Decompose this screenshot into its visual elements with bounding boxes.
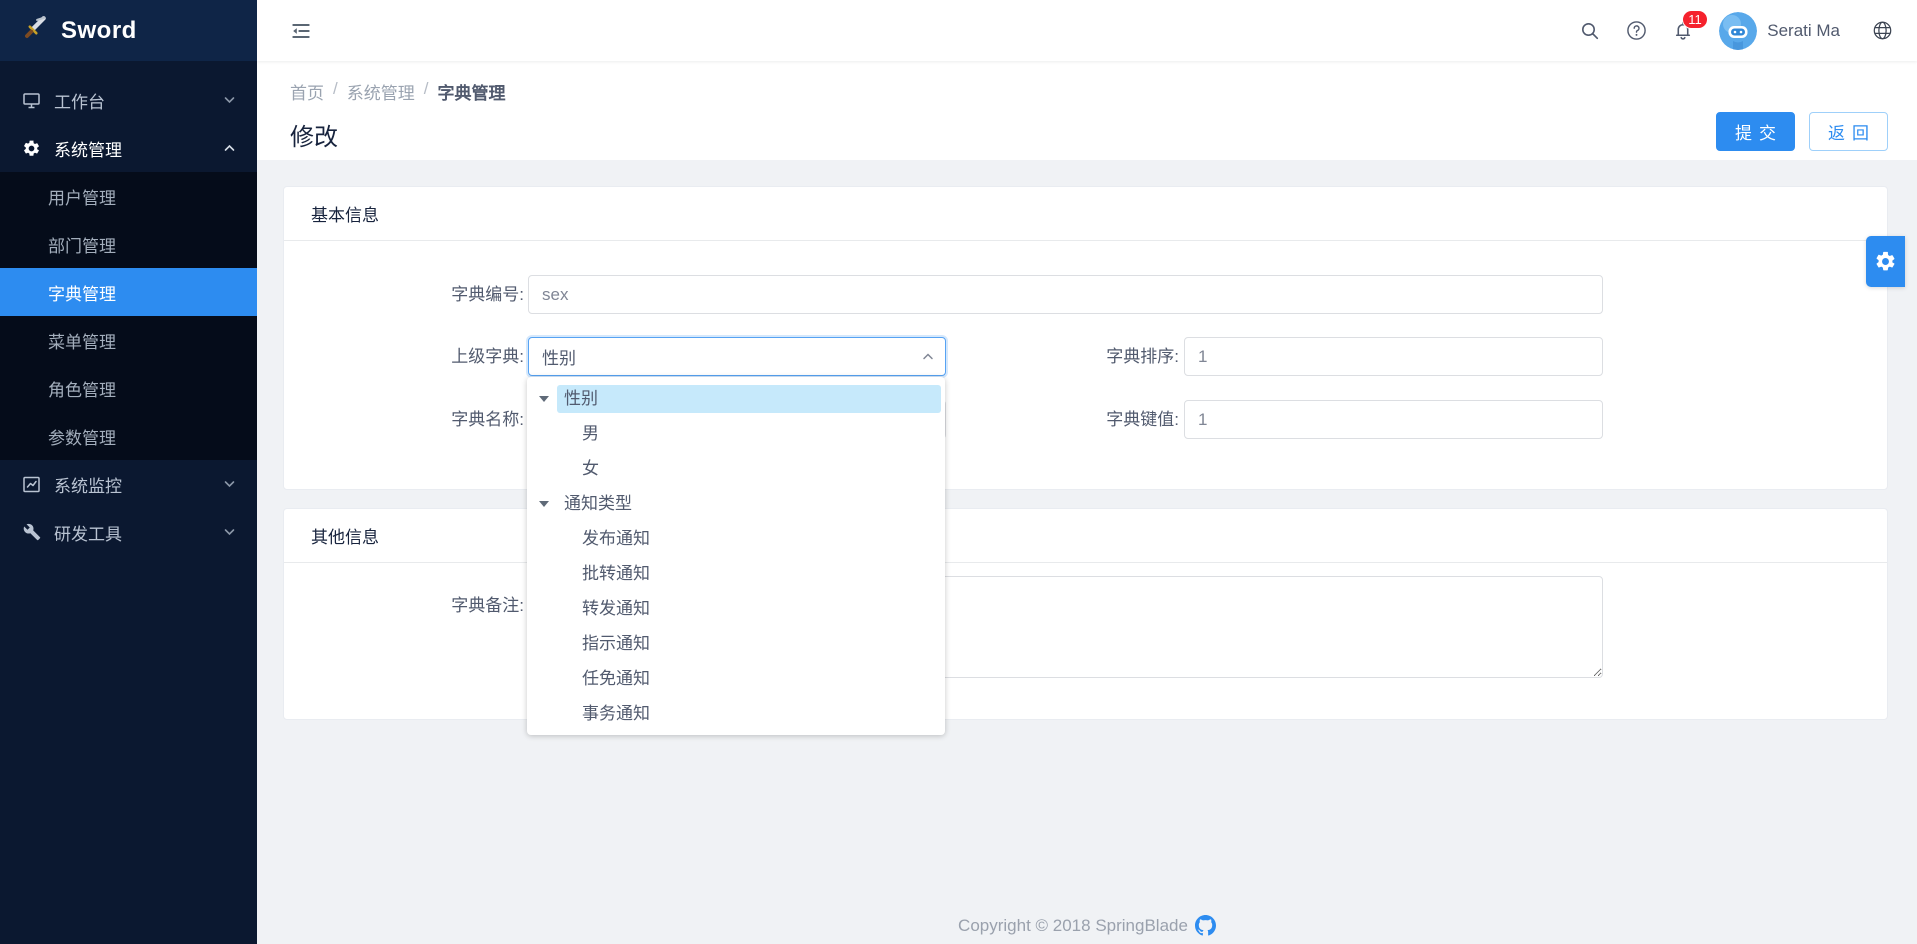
header-actions: 11 Serati Ma: [1554, 12, 1893, 50]
sidebar-item-workbench[interactable]: 工作台: [0, 76, 257, 124]
tree-node-affair-notice[interactable]: 事务通知: [527, 696, 945, 731]
card-title: 其他信息: [284, 509, 1887, 563]
user-menu[interactable]: Serati Ma: [1719, 12, 1840, 50]
github-icon[interactable]: [1195, 915, 1216, 936]
user-name: Serati Ma: [1767, 21, 1840, 41]
tree-node-label: 转发通知: [575, 595, 657, 623]
basic-info-card: 基本信息 字典编号: 上级字典: 性别 字典排序: 字典名称: 字典键值:: [283, 186, 1888, 490]
tree-node-approve-notice[interactable]: 批转通知: [527, 556, 945, 591]
tree-node-label: 女: [575, 455, 606, 483]
tree-node-instruct-notice[interactable]: 指示通知: [527, 626, 945, 661]
sidebar-item-label: 系统管理: [54, 136, 224, 161]
card-title: 基本信息: [284, 187, 1887, 241]
sidebar-item-menu-mgmt[interactable]: 菜单管理: [0, 316, 257, 364]
dict-sort-label: 字典排序:: [1029, 337, 1179, 376]
menu-fold-icon[interactable]: [290, 20, 312, 42]
sidebar-item-role-mgmt[interactable]: 角色管理: [0, 364, 257, 412]
app-title: Sword: [61, 17, 137, 45]
breadcrumb: 首页 / 系统管理 / 字典管理: [290, 79, 1888, 104]
other-info-card: 其他信息 字典备注:: [283, 508, 1888, 720]
tree-node-label: 性别: [557, 385, 941, 413]
sidebar: Sword 工作台 系统管理 用户: [0, 0, 257, 944]
sidebar-item-label: 工作台: [54, 88, 224, 113]
tree-node-notice-type[interactable]: 通知类型: [527, 486, 945, 521]
tree-node-label: 批转通知: [575, 560, 657, 588]
breadcrumb-system-mgmt[interactable]: 系统管理: [347, 79, 415, 104]
dagger-icon: [22, 15, 48, 46]
sidebar-submenu: 用户管理 部门管理 字典管理 菜单管理 角色管理 参数管理: [0, 172, 257, 460]
sidebar-item-label: 研发工具: [54, 520, 224, 545]
monitor-icon: [22, 91, 41, 110]
gear-icon: [1874, 250, 1897, 273]
tree-node-appoint-notice[interactable]: 任免通知: [527, 661, 945, 696]
breadcrumb-home[interactable]: 首页: [290, 79, 324, 104]
app-logo: Sword: [0, 0, 257, 61]
help-icon[interactable]: [1626, 20, 1647, 41]
chevron-up-icon: [224, 144, 235, 152]
page-actions: 提交 返回: [1716, 112, 1888, 151]
sidebar-item-user-mgmt[interactable]: 用户管理: [0, 172, 257, 220]
notification-badge: 11: [1682, 10, 1708, 29]
chevron-down-icon: [224, 528, 235, 536]
avatar: [1719, 12, 1757, 50]
tree-node-label: 发布通知: [575, 525, 657, 553]
tool-icon: [22, 523, 41, 542]
parent-dict-label: 上级字典:: [374, 337, 524, 376]
app-root: Sword 工作台 系统管理 用户: [0, 0, 1917, 944]
caret-down-icon[interactable]: [539, 396, 549, 402]
tree-node-label: 指示通知: [575, 630, 657, 658]
theme-settings-button[interactable]: [1866, 236, 1905, 287]
caret-down-icon[interactable]: [539, 501, 549, 507]
notifications-bell[interactable]: 11: [1673, 20, 1693, 41]
breadcrumb-separator: /: [424, 79, 429, 104]
sidebar-item-system-mgmt[interactable]: 系统管理: [0, 124, 257, 172]
tree-node-label: 男: [575, 420, 606, 448]
sidebar-item-dict-mgmt[interactable]: 字典管理: [0, 268, 257, 316]
top-header: 11 Serati Ma: [257, 0, 1917, 61]
chevron-up-icon: [922, 352, 934, 361]
dict-sort-input[interactable]: [1184, 337, 1603, 376]
tree-node-label: 任免通知: [575, 665, 657, 693]
page-title: 修改: [290, 117, 1888, 152]
tree-node-male[interactable]: 男: [527, 416, 945, 451]
breadcrumb-separator: /: [333, 79, 338, 104]
gear-icon: [22, 139, 41, 158]
sidebar-item-param-mgmt[interactable]: 参数管理: [0, 412, 257, 460]
tree-node-forward-notice[interactable]: 转发通知: [527, 591, 945, 626]
copyright-text: Copyright © 2018 SpringBlade: [958, 916, 1188, 936]
sidebar-item-label: 系统监控: [54, 472, 224, 497]
dict-key-input[interactable]: [1184, 400, 1603, 439]
parent-dict-selected-value: 性别: [542, 344, 576, 369]
tree-node-female[interactable]: 女: [527, 451, 945, 486]
search-icon[interactable]: [1580, 21, 1600, 41]
sidebar-item-dept-mgmt[interactable]: 部门管理: [0, 220, 257, 268]
tree-node-gender[interactable]: 性别: [527, 381, 945, 416]
dict-code-input[interactable]: [528, 275, 1603, 314]
breadcrumb-current: 字典管理: [437, 79, 505, 104]
tree-node-publish-notice[interactable]: 发布通知: [527, 521, 945, 556]
parent-dict-select[interactable]: 性别: [528, 337, 946, 376]
back-button[interactable]: 返回: [1809, 112, 1888, 151]
dict-code-label: 字典编号:: [374, 275, 524, 314]
globe-icon[interactable]: [1872, 20, 1893, 41]
tree-node-label: 通知类型: [557, 490, 639, 518]
submit-button[interactable]: 提交: [1716, 112, 1795, 151]
chevron-down-icon: [224, 480, 235, 488]
sidebar-item-system-monitor[interactable]: 系统监控: [0, 460, 257, 508]
page-head: 首页 / 系统管理 / 字典管理 修改 提交 返回: [257, 61, 1917, 160]
parent-dict-dropdown: 性别 男 女 通知类型 发布通知 批转通知 转发通知 指示通知 任免通知 事务通…: [527, 377, 945, 735]
chevron-down-icon: [224, 96, 235, 104]
tree-node-label: 事务通知: [575, 700, 657, 728]
dict-remark-label: 字典备注:: [374, 586, 524, 625]
dict-key-label: 字典键值:: [1029, 400, 1179, 439]
footer: Copyright © 2018 SpringBlade: [257, 915, 1917, 936]
sidebar-item-dev-tools[interactable]: 研发工具: [0, 508, 257, 556]
chart-icon: [22, 475, 41, 494]
dict-name-label: 字典名称:: [374, 400, 524, 439]
